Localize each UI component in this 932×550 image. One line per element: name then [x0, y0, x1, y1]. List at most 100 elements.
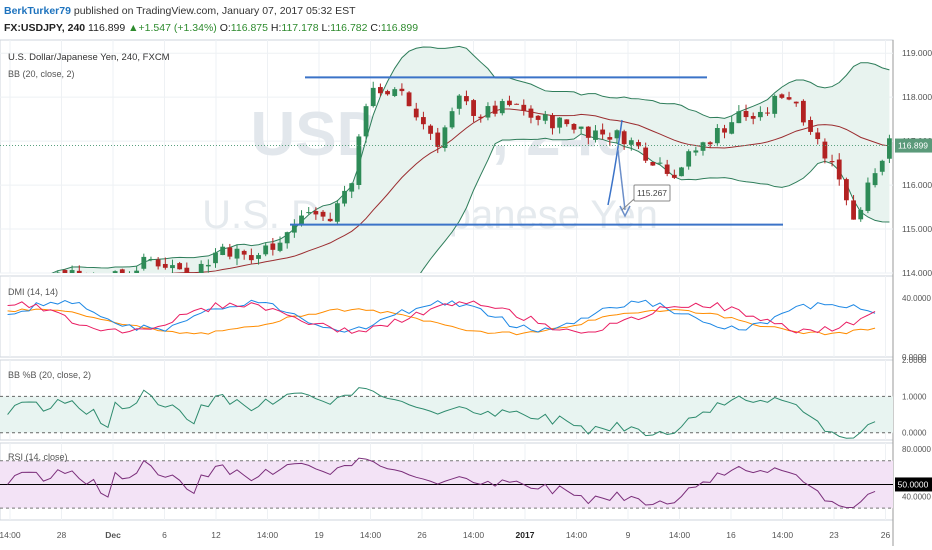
candle-body — [205, 264, 211, 267]
candle-body — [263, 245, 269, 255]
candle-body — [736, 111, 742, 124]
candle-body — [872, 173, 878, 186]
candle-body — [356, 136, 362, 186]
candle-body — [449, 111, 455, 128]
x-tick-label: 6 — [162, 530, 167, 540]
candle-body — [679, 167, 684, 177]
candle-body — [808, 120, 813, 132]
candle-body — [69, 270, 75, 273]
candle-body — [184, 267, 190, 273]
candle-body — [213, 252, 218, 264]
candle-body — [528, 108, 534, 118]
candle-body — [141, 256, 147, 269]
y-tick-label: 115.000 — [902, 224, 932, 234]
candle-body — [299, 215, 304, 225]
x-tick-label: 2017 — [516, 530, 535, 540]
x-tick-label: 23 — [829, 530, 839, 540]
candle-body — [334, 203, 340, 222]
candle-body — [714, 128, 720, 144]
candle-body — [550, 115, 555, 129]
pctb-band — [0, 396, 893, 433]
candle-body — [435, 132, 441, 147]
y-tick-label: 114.000 — [902, 268, 932, 278]
candle-body — [464, 96, 469, 102]
candle-body — [363, 106, 369, 137]
candle-body — [671, 174, 677, 178]
candle-body — [514, 103, 520, 105]
candle-body — [471, 100, 476, 116]
pane-dmi — [0, 275, 894, 358]
x-tick-label: 12 — [211, 530, 221, 540]
candle-body — [234, 248, 240, 259]
candle-body — [664, 164, 670, 174]
candle-body — [815, 132, 821, 140]
pctb-label: BB %B (20, close, 2) — [8, 370, 91, 380]
candle-body — [306, 212, 312, 214]
candle-body — [743, 111, 749, 118]
candle-body — [406, 92, 412, 107]
candle-body — [858, 209, 864, 220]
pctb-tick-label: 0.0000 — [902, 429, 927, 438]
candle-body — [521, 104, 527, 111]
candle-body — [155, 259, 161, 267]
rsi-tick-label: 80.0000 — [902, 445, 931, 454]
candle-body — [829, 161, 835, 163]
candle-body — [585, 126, 591, 138]
candle-body — [392, 89, 398, 96]
candle-body — [843, 179, 849, 201]
candle-body — [134, 270, 140, 273]
candle-body — [757, 111, 763, 118]
candle-body — [879, 160, 885, 172]
candle-body — [256, 255, 261, 259]
candle-body — [779, 94, 785, 98]
x-tick-label: 16 — [726, 530, 736, 540]
x-tick-label: 14:00 — [772, 530, 794, 540]
candle-body — [485, 106, 491, 118]
candle-body — [786, 97, 792, 100]
candle-body — [542, 114, 548, 121]
candle-body — [535, 115, 541, 120]
candle-body — [700, 142, 706, 151]
candle-body — [707, 142, 713, 145]
candle-body — [643, 147, 649, 161]
chart-title: U.S. Dollar/Japanese Yen, 240, FXCM — [8, 52, 170, 63]
candle-body — [248, 255, 254, 261]
candle-body — [413, 108, 419, 118]
candle-body — [571, 123, 577, 130]
candle-body — [887, 138, 892, 159]
x-tick-label: 14:00 — [0, 530, 21, 540]
rsi-tick-label: 40.0000 — [902, 492, 931, 501]
candle-body — [657, 162, 663, 164]
candle-body — [621, 131, 627, 145]
x-tick-label: 14:00 — [566, 530, 588, 540]
candle-body — [765, 112, 770, 114]
candle-body — [614, 130, 620, 139]
pctb-tick-label: 1.0000 — [902, 392, 927, 401]
pctb-tick-label: 2.0000 — [902, 356, 927, 365]
candle-body — [578, 126, 584, 129]
candle-body — [729, 122, 735, 134]
y-tick-label: 119.000 — [902, 48, 932, 58]
candle-body — [170, 265, 175, 269]
x-tick-label: 19 — [314, 530, 324, 540]
candle-body — [836, 159, 842, 180]
x-tick-label: 9 — [626, 530, 631, 540]
candle-body — [722, 128, 727, 133]
candle-body — [284, 232, 290, 244]
candle-body — [478, 116, 484, 119]
candle-body — [377, 87, 383, 94]
candle-body — [564, 119, 570, 125]
chart-canvas[interactable]: 119.000118.000117.000116.000115.000114.0… — [0, 0, 932, 550]
candle-body — [421, 117, 426, 125]
candle-body — [793, 101, 799, 104]
candle-body — [241, 250, 247, 255]
candle-body — [851, 200, 856, 220]
x-tick-label: 14:00 — [257, 530, 279, 540]
candle-body — [492, 105, 498, 114]
candle-body — [593, 130, 598, 140]
candle-body — [177, 263, 183, 270]
candle-body — [456, 95, 462, 109]
dmi-label: DMI (14, 14) — [8, 287, 58, 297]
candle-body — [628, 140, 634, 145]
y-tick-label: 116.000 — [902, 180, 932, 190]
